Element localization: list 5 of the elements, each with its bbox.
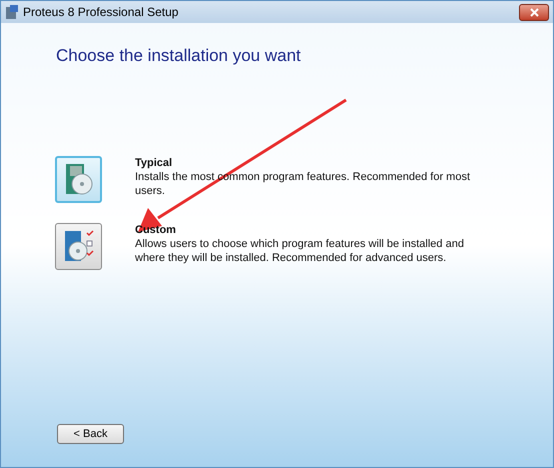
window-title: Proteus 8 Professional Setup (23, 4, 180, 21)
option-title: Typical (135, 156, 172, 170)
back-button[interactable]: < Back (57, 424, 124, 444)
page-heading: Choose the installation you want (56, 45, 301, 67)
option-description: Allows users to choose which program features will be installed and where they will be installed. Recommended for advanced users. (135, 236, 465, 264)
